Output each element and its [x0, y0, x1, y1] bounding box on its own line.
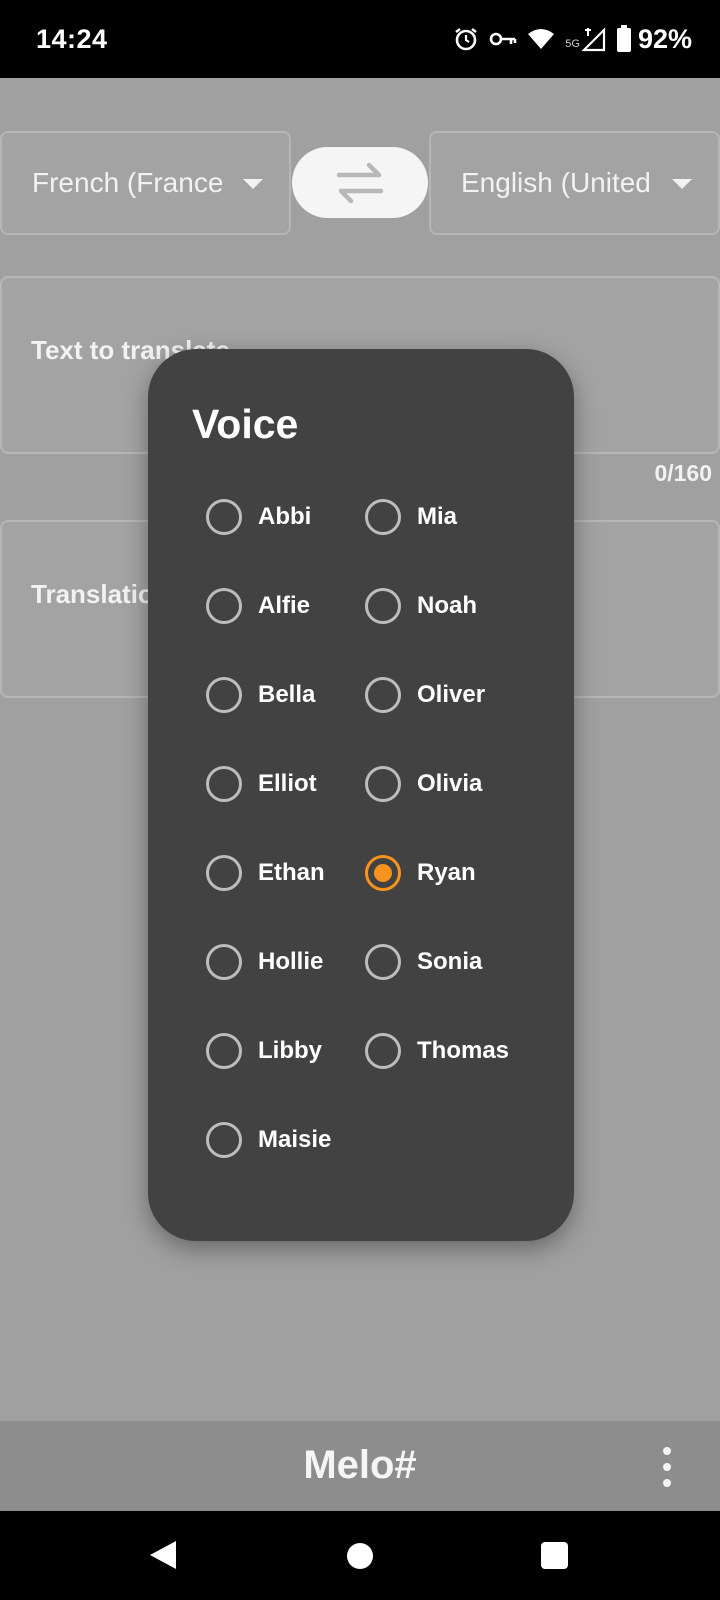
voice-option-sonia[interactable]: Sonia: [365, 942, 482, 982]
swap-arrows-icon: [336, 162, 384, 203]
swap-languages-button[interactable]: [292, 147, 428, 218]
radio-button[interactable]: [206, 1122, 242, 1158]
character-counter: 0/160: [654, 460, 712, 486]
dropdown-arrow-icon: [672, 179, 692, 189]
radio-button-checked[interactable]: [365, 855, 401, 891]
voice-option-label: Ethan: [258, 859, 325, 886]
more-options-icon[interactable]: [662, 1447, 672, 1487]
voice-option-label: Mia: [417, 503, 458, 530]
status-icons: 5G 92%: [453, 22, 692, 56]
cell-signal-icon: [581, 27, 606, 52]
radio-button[interactable]: [365, 1033, 401, 1069]
dialog-title: Voice: [192, 401, 299, 447]
status-time: 14:24: [36, 24, 108, 54]
system-navigation-bar: [0, 1511, 720, 1600]
radio-button[interactable]: [206, 588, 242, 624]
voice-option-mia[interactable]: Mia: [365, 497, 457, 537]
target-language-dropdown[interactable]: English (United States): [429, 131, 720, 235]
radio-button[interactable]: [206, 944, 242, 980]
voice-option-label: Ryan: [417, 859, 476, 886]
battery-percentage: 92%: [637, 23, 692, 54]
voice-option-thomas[interactable]: Thomas: [365, 1031, 509, 1071]
status-bar: 14:24 5G 92%: [0, 0, 720, 78]
voice-option-bella[interactable]: Bella: [206, 675, 315, 715]
voice-option-alfie[interactable]: Alfie: [206, 586, 310, 626]
voice-option-abbi[interactable]: Abbi: [206, 497, 311, 537]
voice-option-label: Sonia: [417, 948, 483, 975]
voice-option-label: Abbi: [258, 503, 312, 530]
radio-button[interactable]: [206, 855, 242, 891]
recents-icon[interactable]: [541, 1542, 568, 1569]
voice-option-label: Elliot: [258, 770, 317, 797]
voice-option-label: Olivia: [417, 770, 483, 797]
voice-option-label: Noah: [417, 592, 477, 619]
voice-option-libby[interactable]: Libby: [206, 1031, 322, 1071]
voice-option-oliver[interactable]: Oliver: [365, 675, 485, 715]
voice-option-label: Oliver: [417, 681, 486, 708]
voice-option-label: Hollie: [258, 948, 324, 975]
radio-button[interactable]: [206, 766, 242, 802]
voice-option-olivia[interactable]: Olivia: [365, 764, 482, 804]
source-language-dropdown[interactable]: French (France): [0, 131, 291, 235]
voice-option-noah[interactable]: Noah: [365, 586, 477, 626]
voice-option-ethan[interactable]: Ethan: [206, 853, 325, 893]
battery-icon: [616, 25, 631, 52]
home-icon[interactable]: [347, 1543, 373, 1569]
voice-option-label: Thomas: [417, 1037, 510, 1064]
voice-option-hollie[interactable]: Hollie: [206, 942, 323, 982]
radio-button[interactable]: [365, 588, 401, 624]
radio-button[interactable]: [365, 766, 401, 802]
radio-button[interactable]: [365, 499, 401, 535]
target-language-label: English (United States): [461, 167, 651, 198]
source-language-label: French (France): [32, 167, 222, 198]
voice-option-elliot[interactable]: Elliot: [206, 764, 317, 804]
back-icon[interactable]: [150, 1541, 176, 1569]
voice-option-label: Maisie: [258, 1126, 332, 1153]
voice-option-label: Bella: [258, 681, 316, 708]
dropdown-arrow-icon: [243, 179, 263, 189]
alarm-icon: [455, 28, 477, 51]
voice-option-ryan[interactable]: Ryan: [365, 853, 476, 893]
voice-option-label: Libby: [258, 1037, 322, 1064]
radio-button[interactable]: [206, 677, 242, 713]
radio-button[interactable]: [206, 1033, 242, 1069]
radio-button[interactable]: [206, 499, 242, 535]
wifi-icon: [528, 29, 555, 49]
radio-button[interactable]: [365, 944, 401, 980]
voice-option-maisie[interactable]: Maisie: [206, 1120, 331, 1160]
voice-dialog: Voice Abbi Alfie Bella Elliot Ethan Hollie Lib…: [148, 349, 574, 1241]
radio-button[interactable]: [365, 677, 401, 713]
app-title: Melo#: [303, 1443, 417, 1487]
voice-option-label: Alfie: [258, 592, 311, 619]
network-type-label: 5G: [565, 38, 580, 50]
vpn-key-icon: [489, 32, 517, 46]
bottom-app-bar: Melo#: [0, 1421, 720, 1511]
